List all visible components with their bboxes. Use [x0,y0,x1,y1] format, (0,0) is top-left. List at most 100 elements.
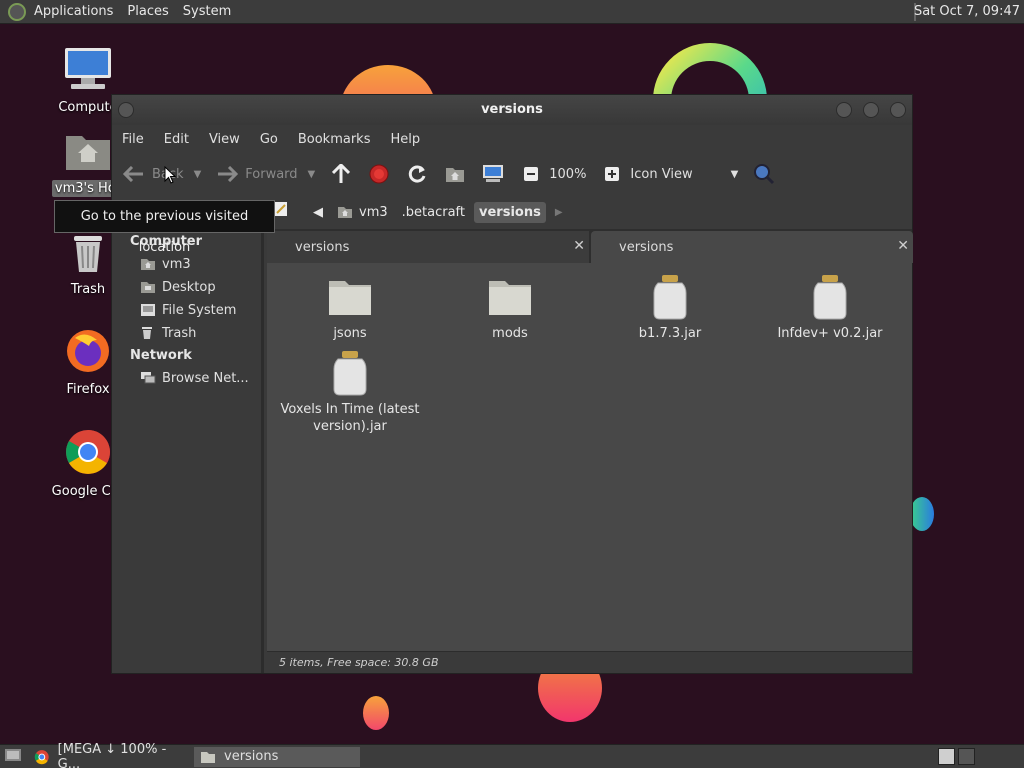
top-panel: Applications Places System Sat Oct 7, 09… [0,0,1024,24]
trash-icon [74,236,102,272]
forward-button[interactable]: Forward ▼ [215,162,315,186]
file-item[interactable]: jsons [275,273,425,342]
folder-icon [329,281,371,315]
breadcrumb-label: .betacraft [401,204,465,220]
sidebar-item-trash[interactable]: Trash [112,322,261,345]
home-button[interactable] [443,162,467,186]
arrow-up-icon [329,162,353,186]
menu-view[interactable]: View [209,132,240,147]
file-item[interactable]: Voxels In Time (latest version).jar [275,349,425,435]
folder-icon [489,281,531,315]
folder-icon [201,751,215,763]
computer-icon [65,48,111,89]
chevron-down-icon: ▼ [730,168,739,180]
tab-bar: versions ✕ versions ✕ [267,229,913,263]
close-icon[interactable]: ✕ [897,238,909,254]
file-item[interactable]: Infdev+ v0.2.jar [755,273,905,342]
back-button[interactable]: Back ▼ [122,162,201,186]
workspace-switcher[interactable] [938,748,955,765]
breadcrumb-scroll-right[interactable]: ▶ [550,204,568,221]
system-menu[interactable]: System [183,4,231,19]
jar-icon [653,275,687,320]
breadcrumb-versions[interactable]: versions [474,201,546,223]
desktop-folder-icon [140,280,156,296]
file-name: Voxels In Time (latest version).jar [280,402,420,434]
home-folder-icon [338,207,352,218]
show-desktop-icon[interactable] [4,747,22,767]
file-icon-view[interactable]: jsons mods b1.7.3.jar Infdev+ v0.2.jar V… [267,263,912,651]
zoom-out-button[interactable]: 100% [519,162,586,186]
chrome-icon [34,749,49,764]
toolbar: Back ▼ Forward ▼ [112,153,912,195]
arrow-right-icon [215,162,239,186]
breadcrumb-label: vm3 [359,204,388,220]
file-item[interactable]: b1.7.3.jar [595,273,745,342]
sidebar-item-label: Trash [162,326,197,341]
jar-icon [813,275,847,320]
forward-label: Forward [245,166,298,182]
taskbar-item-label: versions [224,749,279,764]
window-titlebar[interactable]: versions [112,95,912,125]
up-button[interactable] [329,162,353,186]
file-item[interactable]: mods [435,273,585,342]
places-menu[interactable]: Places [127,4,168,19]
menu-file[interactable]: File [122,132,144,147]
taskbar-item-versions[interactable]: versions [194,746,360,767]
view-mode-value: Icon View [630,166,693,182]
view-mode-select[interactable]: Icon View ▼ [630,167,738,182]
tab-versions-1[interactable]: versions ✕ [267,231,589,263]
sidebar-heading-network: Network [130,348,192,363]
home-folder-icon [66,136,110,170]
zoom-in-icon [600,162,624,186]
close-button[interactable] [890,102,906,118]
close-icon[interactable]: ✕ [573,238,585,254]
taskbar-item-mega[interactable]: [MEGA ↓ 100% - G... [28,742,190,768]
arrow-left-icon [122,162,146,186]
tab-label: versions [619,239,674,255]
search-button[interactable] [752,162,776,186]
file-name: mods [492,326,528,341]
chrome-icon [66,430,110,474]
distro-logo-icon[interactable] [8,2,26,21]
zoom-in-button[interactable] [600,162,624,186]
drive-icon [140,303,156,319]
sidebar-item-browse-network[interactable]: Browse Net... [112,367,261,390]
maximize-button[interactable] [863,102,879,118]
sidebar-item-label: File System [162,303,237,318]
panel-clock[interactable]: Sat Oct 7, 09:47 [914,4,1020,19]
firefox-icon [67,330,109,372]
breadcrumb-vm3[interactable]: vm3 [332,202,393,223]
tab-label: versions [295,239,350,255]
file-name: jsons [333,326,367,341]
file-name: b1.7.3.jar [638,326,702,341]
jar-icon [333,351,367,396]
menu-bookmarks[interactable]: Bookmarks [298,132,371,147]
breadcrumb-betacraft[interactable]: .betacraft [397,202,470,223]
menubar: File Edit View Go Bookmarks Help [112,125,912,153]
workspace-switcher-2[interactable] [958,748,975,765]
sidebar-item-desktop[interactable]: Desktop [112,276,261,299]
menu-go[interactable]: Go [260,132,278,147]
file-manager-window: versions File Edit View Go Bookmarks Hel… [111,94,913,674]
menu-help[interactable]: Help [390,132,420,147]
minimize-button[interactable] [836,102,852,118]
tab-versions-2[interactable]: versions ✕ [591,231,913,263]
stop-button[interactable] [367,162,391,186]
computer-icon [481,162,505,186]
reload-icon [405,162,429,186]
mouse-cursor-icon [164,166,176,184]
computer-button[interactable] [481,162,505,186]
sidebar-item-label: Browse Net... [162,371,249,386]
taskbar-item-label: [MEGA ↓ 100% - G... [57,741,167,768]
pencil-icon [275,202,287,216]
chevron-down-icon[interactable]: ▼ [194,169,202,180]
file-name: Infdev+ v0.2.jar [777,326,883,341]
applications-menu[interactable]: Applications [34,4,113,19]
reload-button[interactable] [405,162,429,186]
menu-edit[interactable]: Edit [164,132,189,147]
edit-location-button[interactable] [274,201,288,217]
breadcrumb-scroll-left[interactable]: ◀ [308,202,328,223]
sidebar-item-file-system[interactable]: File System [112,299,261,322]
chevron-down-icon[interactable]: ▼ [308,169,316,180]
stop-icon [367,162,391,186]
